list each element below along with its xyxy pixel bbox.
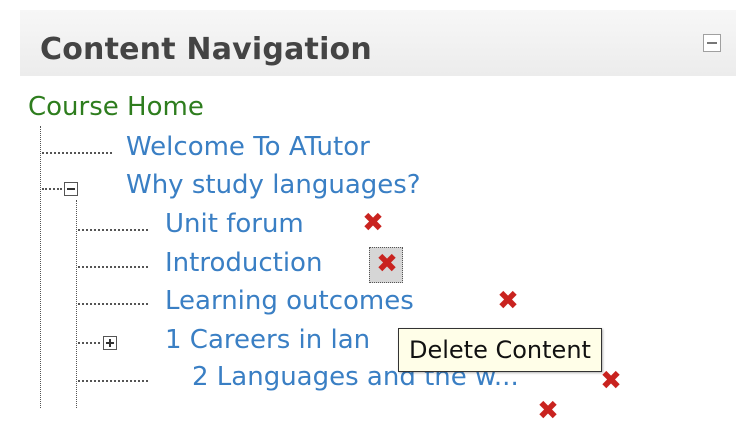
- tree-connector: [78, 380, 148, 382]
- nav-item-welcome[interactable]: Welcome To ATutor: [126, 132, 370, 162]
- tree-connector: [42, 152, 112, 154]
- tree-connector: [78, 229, 148, 231]
- delete-icon[interactable]: ✖: [374, 251, 400, 277]
- nav-item-introduction[interactable]: Introduction: [165, 248, 322, 278]
- delete-icon[interactable]: ✖: [360, 210, 386, 236]
- tree-connector: [42, 188, 62, 190]
- nav-item-why-study-languages[interactable]: Why study languages?: [126, 170, 421, 200]
- delete-icon[interactable]: ✖: [495, 288, 521, 314]
- panel-title: Content Navigation: [40, 32, 372, 67]
- panel-header: Content Navigation: [20, 10, 736, 76]
- tree-connector: [78, 342, 100, 344]
- delete-tooltip: Delete Content: [398, 328, 602, 372]
- nav-item-learning-outcomes[interactable]: Learning outcomes: [165, 286, 414, 316]
- tree-connector: [78, 303, 148, 305]
- expand-toggle-icon[interactable]: [103, 336, 117, 350]
- tree-connector: [78, 266, 148, 268]
- course-home-link[interactable]: Course Home: [28, 92, 204, 122]
- tree-line: [76, 200, 77, 408]
- collapse-icon[interactable]: [703, 34, 721, 52]
- delete-icon[interactable]: ✖: [535, 398, 561, 424]
- nav-item-careers[interactable]: 1 Careers in lan: [165, 325, 370, 355]
- nav-item-unit-forum[interactable]: Unit forum: [165, 209, 304, 239]
- tree-line: [40, 126, 41, 408]
- collapse-toggle-icon[interactable]: [64, 182, 78, 196]
